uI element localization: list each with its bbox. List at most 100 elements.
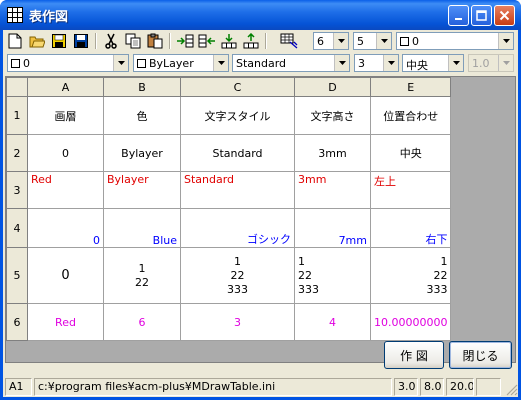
save-as-button[interactable] (71, 32, 91, 50)
columns-combo[interactable]: 5 (353, 32, 392, 50)
cell-line: 22 (135, 275, 149, 289)
chevron-down-icon[interactable] (334, 55, 349, 71)
title-bar[interactable]: 表作図 (0, 0, 521, 30)
minimize-icon (454, 17, 462, 20)
cell-b4[interactable]: Blue (103, 208, 181, 248)
cell-line: 1 (234, 254, 241, 268)
cell-a1[interactable]: 画層 (27, 96, 104, 135)
insert-row-above-icon (243, 33, 259, 49)
row-header-5[interactable]: 5 (6, 247, 28, 304)
copy-button[interactable] (123, 32, 143, 50)
chevron-down-icon[interactable] (448, 55, 463, 71)
cell-e6[interactable]: 10.00000000 (369, 303, 452, 341)
column-header-b[interactable]: B (103, 77, 181, 97)
layer-combo[interactable]: 0 (7, 54, 129, 72)
cell-e1[interactable]: 位置合わせ (369, 96, 452, 135)
column-header-c[interactable]: C (180, 77, 295, 97)
cell-line: 333 (298, 282, 319, 296)
cell-d1[interactable]: 文字高さ (294, 96, 371, 135)
close-window-button[interactable] (494, 5, 515, 26)
resize-grip-icon[interactable] (506, 384, 518, 396)
maximize-button[interactable] (471, 5, 492, 26)
cell-d3[interactable]: 3mm (294, 171, 371, 209)
cell-c2[interactable]: Standard (180, 134, 295, 172)
status-empty-pane (476, 378, 501, 396)
cell-d5[interactable]: 1 22 333 (294, 247, 371, 304)
grid-corner[interactable] (6, 77, 28, 97)
cell-d2[interactable]: 3mm (294, 134, 371, 172)
cell-b6[interactable]: 6 (103, 303, 181, 341)
chevron-down-icon[interactable] (213, 55, 228, 71)
draw-button[interactable]: 作 図 (384, 341, 444, 369)
chevron-down-icon[interactable] (498, 33, 513, 49)
cell-line: 22 (298, 268, 312, 282)
cell-e4[interactable]: 右下 (369, 208, 452, 248)
paste-icon (147, 33, 163, 49)
cell-b5[interactable]: 1 22 (103, 247, 181, 304)
cell-line: 1 (440, 254, 448, 268)
cell-d6[interactable]: 4 (294, 303, 371, 341)
status-bar: A1 c:¥program files¥acm-plus¥MDrawTable.… (3, 375, 518, 397)
cell-b1[interactable]: 色 (103, 96, 181, 135)
color-combo[interactable]: ByLayer (133, 54, 229, 72)
new-file-button[interactable] (5, 32, 25, 50)
cell-format-toolbar: 0 ByLayer Standard 3 中央 1.0 (3, 52, 518, 74)
text-height-combo[interactable]: 3 (354, 54, 399, 72)
pick-table-button[interactable] (279, 32, 299, 50)
paste-button[interactable] (145, 32, 165, 50)
close-button[interactable]: 閉じる (449, 341, 512, 369)
chevron-down-icon[interactable] (333, 33, 348, 49)
insert-column-left-button[interactable] (197, 32, 217, 50)
cut-button[interactable] (101, 32, 121, 50)
row-header-3[interactable]: 3 (6, 171, 28, 209)
width-ratio-combo[interactable]: 1.0 (468, 54, 514, 72)
cell-e5[interactable]: 1 22 333 (369, 247, 452, 304)
row-header-2[interactable]: 2 (6, 134, 28, 172)
cell-a4[interactable]: 0 (27, 208, 104, 248)
window-title: 表作図 (29, 10, 69, 25)
cell-a6[interactable]: Red (27, 303, 104, 341)
rows-combo[interactable]: 6 (313, 32, 349, 50)
color-swatch-icon (400, 37, 409, 46)
column-header-e[interactable]: E (369, 77, 452, 97)
row-header-1[interactable]: 1 (6, 96, 28, 135)
insert-column-right-button[interactable] (175, 32, 195, 50)
cell-b3[interactable]: Bylayer (103, 171, 181, 209)
toolbar-separator (95, 33, 97, 49)
cell-c3[interactable]: Standard (180, 171, 295, 209)
cell-a3[interactable]: Red (27, 171, 104, 209)
insert-row-below-button[interactable] (219, 32, 239, 50)
row-header-6[interactable]: 6 (6, 303, 28, 341)
save-button[interactable] (49, 32, 69, 50)
open-file-button[interactable] (27, 32, 47, 50)
cell-a2[interactable]: 0 (27, 134, 104, 172)
cell-e2[interactable]: 中央 (369, 134, 452, 172)
toolbar-separator (265, 33, 267, 49)
row-header-4[interactable]: 4 (6, 208, 28, 248)
cell-c1[interactable]: 文字スタイル (180, 96, 295, 135)
table-grid[interactable]: A B C D E 1 画層 色 文字スタイル 文字高さ 位置合わせ 2 0 B… (5, 76, 516, 363)
cell-b2[interactable]: Bylayer (103, 134, 181, 172)
chevron-down-icon[interactable] (498, 55, 513, 71)
chevron-down-icon[interactable] (376, 33, 391, 49)
cell-e3[interactable]: 左上 (369, 171, 452, 209)
columns-value: 5 (357, 35, 364, 48)
alignment-combo[interactable]: 中央 (402, 54, 464, 72)
column-header-d[interactable]: D (294, 77, 371, 97)
cell-d4[interactable]: 7mm (294, 208, 371, 248)
column-header-a[interactable]: A (27, 77, 104, 97)
grid-table: A B C D E 1 画層 色 文字スタイル 文字高さ 位置合わせ 2 0 B… (6, 77, 452, 341)
cell-line: 22 (433, 268, 448, 282)
cell-c4[interactable]: ゴシック (180, 208, 295, 248)
minimize-button[interactable] (448, 5, 469, 26)
chevron-down-icon[interactable] (113, 55, 128, 71)
text-style-combo[interactable]: Standard (232, 54, 350, 72)
status-file-path: c:¥program files¥acm-plus¥MDrawTable.ini (34, 378, 392, 396)
cell-c5[interactable]: 1 22 333 (180, 247, 295, 304)
insert-row-above-button[interactable] (241, 32, 261, 50)
cell-a5[interactable]: 0 (27, 247, 104, 304)
chevron-down-icon[interactable] (383, 55, 398, 71)
cell-c6[interactable]: 3 (180, 303, 295, 341)
border-layer-combo[interactable]: 0 (396, 32, 514, 50)
status-current-cell: A1 (5, 378, 32, 396)
